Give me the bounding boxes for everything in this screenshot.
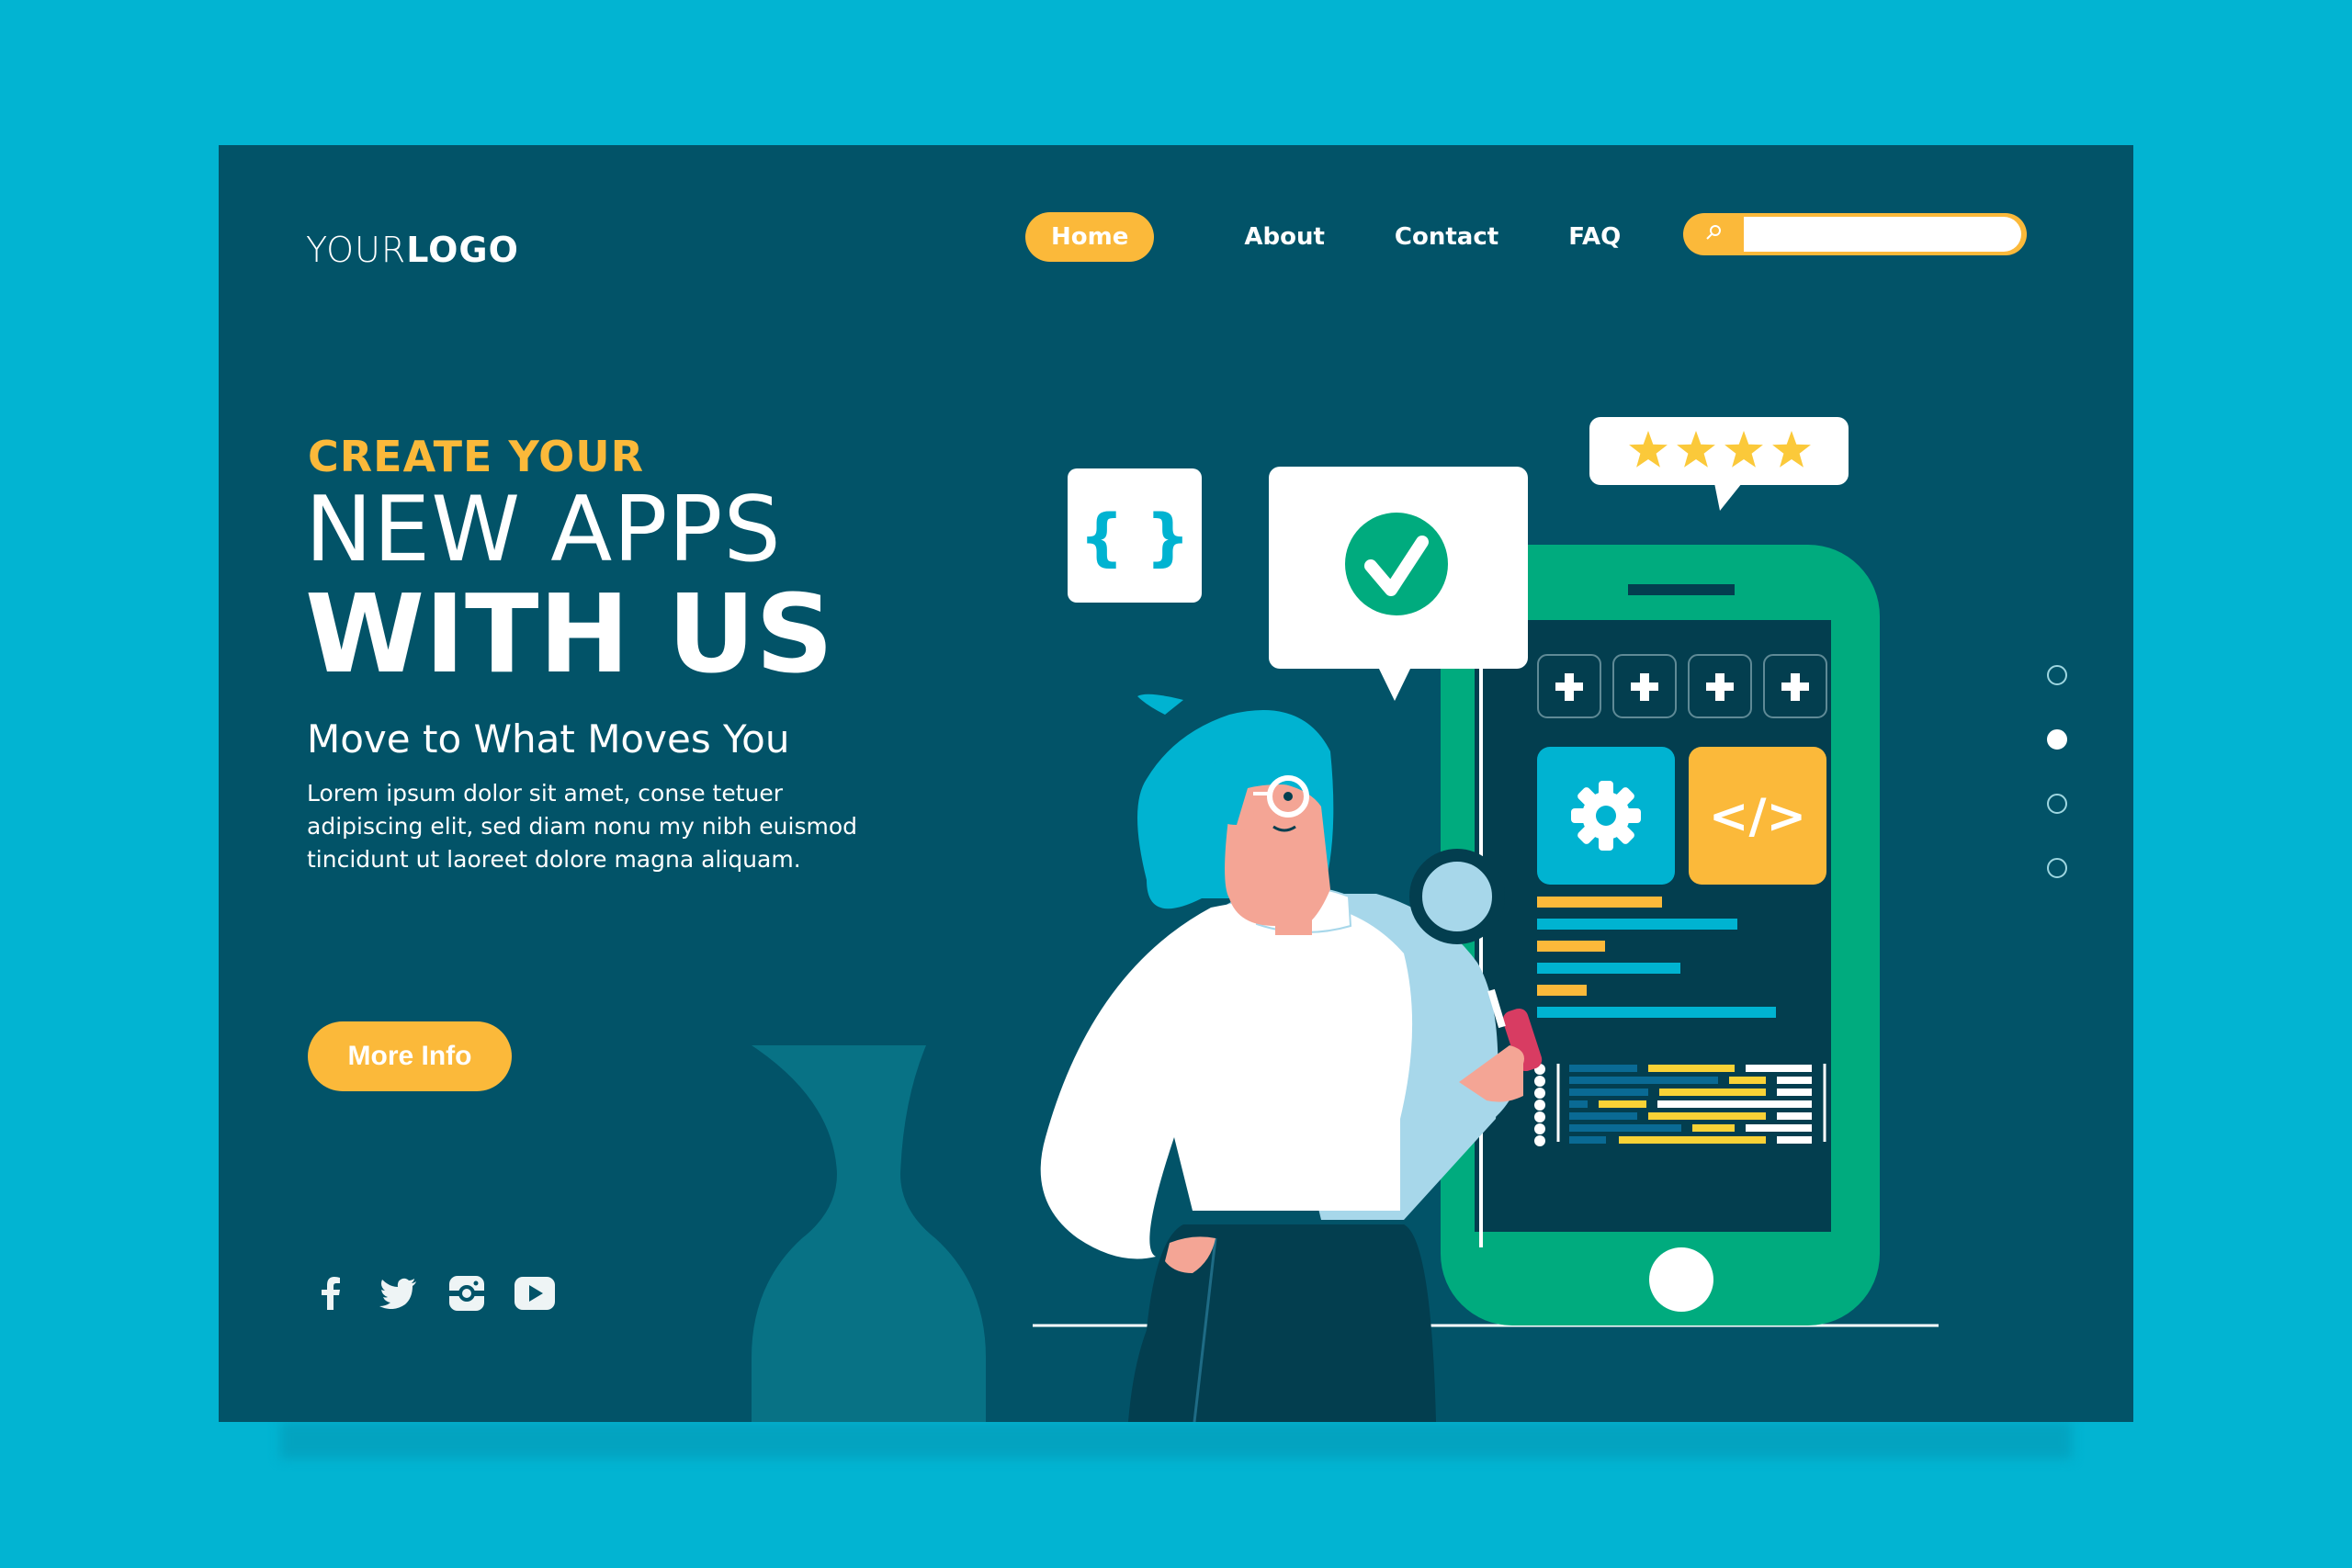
- logo-bold: LOGO: [406, 230, 519, 270]
- instagram-icon[interactable]: [447, 1273, 487, 1314]
- magnifier-icon: [1409, 849, 1505, 944]
- slider-dot[interactable]: [2047, 794, 2067, 814]
- social-links: [311, 1273, 555, 1314]
- logo-light: YOUR: [306, 230, 407, 270]
- hero-eyebrow: CREATE YOUR: [308, 432, 644, 481]
- main-nav: Home About Contact FAQ: [1025, 212, 1646, 262]
- braces-card: { }: [1068, 468, 1202, 603]
- hero-title-line1: NEW APPS: [305, 478, 782, 582]
- braces-icon: { }: [1080, 502, 1191, 574]
- slider-dots: [2047, 665, 2067, 878]
- hero-subtitle: Move to What Moves You: [307, 716, 790, 761]
- code-tag-icon: </>: [1709, 789, 1806, 844]
- gear-icon: [1571, 781, 1641, 851]
- rating-speech-bubble: [1589, 417, 1849, 511]
- hero-title-line2: WITH US: [305, 570, 834, 697]
- nav-faq[interactable]: FAQ: [1543, 212, 1646, 262]
- youtube-icon[interactable]: [514, 1273, 555, 1314]
- slider-dot[interactable]: [2047, 858, 2067, 878]
- search-input[interactable]: [1744, 217, 2021, 252]
- phone-home-button: [1649, 1247, 1713, 1312]
- search-bar: [1683, 213, 2027, 255]
- logo[interactable]: YOURLOGO: [306, 230, 519, 270]
- slider-dot-active[interactable]: [2047, 729, 2067, 750]
- twitter-icon[interactable]: [379, 1273, 419, 1314]
- facebook-icon[interactable]: [311, 1273, 351, 1314]
- page-shadow: [280, 1422, 2072, 1459]
- vase-silhouette: [752, 1045, 986, 1422]
- more-info-button[interactable]: More Info: [308, 1021, 512, 1091]
- search-icon[interactable]: [1683, 223, 1744, 246]
- nav-about[interactable]: About: [1218, 212, 1351, 262]
- landing-page: </> {} YOURLOGO Home About Contact FAQ …: [219, 145, 2133, 1422]
- slider-dot[interactable]: [2047, 665, 2067, 685]
- hero-body: Lorem ipsum dolor sit amet, conse tetuer…: [307, 780, 857, 873]
- nav-home[interactable]: Home: [1025, 212, 1155, 262]
- nav-contact[interactable]: Contact: [1369, 212, 1524, 262]
- check-speech-bubble: [1269, 467, 1528, 701]
